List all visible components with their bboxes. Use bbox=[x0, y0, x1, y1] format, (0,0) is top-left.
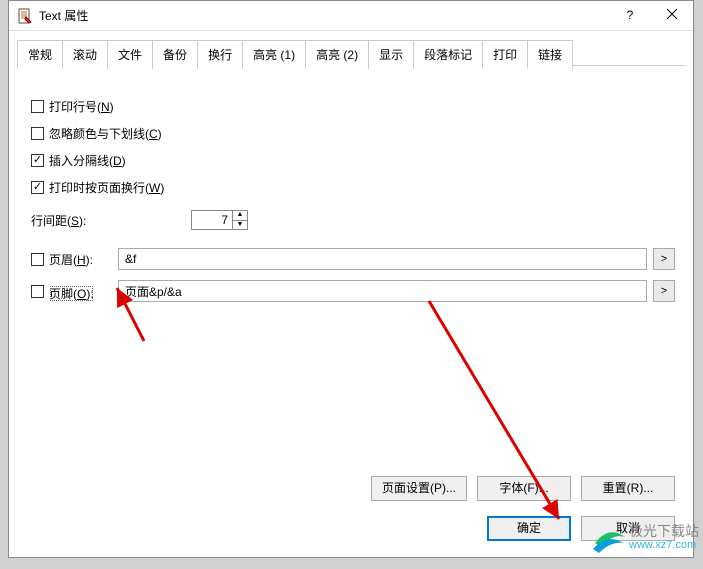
annotation-arrow-2 bbox=[409, 291, 609, 541]
cancel-button[interactable]: 取消 bbox=[581, 516, 675, 541]
aux-button-bar: 页面设置(P)... 字体(F)... 重置(R)... bbox=[371, 476, 675, 501]
label-header: 页眉(H): bbox=[49, 251, 93, 268]
label-insert-separator: 插入分隔线(D) bbox=[49, 152, 126, 169]
tab-highlight-2[interactable]: 高亮 (2) bbox=[305, 40, 369, 69]
tab-wrap[interactable]: 换行 bbox=[197, 40, 243, 69]
spin-up-icon[interactable]: ▲ bbox=[233, 211, 247, 221]
label-line-spacing: 行间距(S): bbox=[31, 212, 191, 229]
checkbox-header[interactable] bbox=[31, 253, 44, 266]
checkbox-ignore-colors[interactable] bbox=[31, 127, 44, 140]
help-button[interactable]: ? bbox=[609, 1, 651, 30]
tab-file[interactable]: 文件 bbox=[107, 40, 153, 69]
checkbox-line-numbers[interactable] bbox=[31, 100, 44, 113]
tab-backup[interactable]: 备份 bbox=[152, 40, 198, 69]
reset-button[interactable]: 重置(R)... bbox=[581, 476, 675, 501]
spin-down-icon[interactable]: ▼ bbox=[233, 221, 247, 230]
font-button[interactable]: 字体(F)... bbox=[477, 476, 571, 501]
tab-paragraph-marks[interactable]: 段落标记 bbox=[413, 40, 483, 69]
footer-more-button[interactable]: > bbox=[653, 280, 675, 302]
tab-strip: 常规 滚动 文件 备份 换行 高亮 (1) 高亮 (2) 显示 段落标记 打印 … bbox=[17, 39, 685, 68]
label-ignore-colors: 忽略颜色与下划线(C) bbox=[49, 125, 162, 142]
close-icon bbox=[667, 8, 677, 22]
checkbox-insert-separator[interactable] bbox=[31, 154, 44, 167]
close-button[interactable] bbox=[651, 1, 693, 30]
tab-print[interactable]: 打印 bbox=[482, 40, 528, 69]
footer-input[interactable] bbox=[118, 280, 647, 302]
label-line-numbers: 打印行号(N) bbox=[49, 98, 114, 115]
page-setup-button[interactable]: 页面设置(P)... bbox=[371, 476, 467, 501]
titlebar: Text 属性 ? bbox=[9, 1, 693, 31]
line-spacing-input[interactable] bbox=[192, 211, 232, 229]
dialog-button-bar: 确定 取消 bbox=[487, 516, 675, 541]
ok-button[interactable]: 确定 bbox=[487, 516, 571, 541]
checkbox-footer[interactable] bbox=[31, 285, 44, 298]
tab-general[interactable]: 常规 bbox=[17, 40, 63, 69]
checkbox-wrap-page[interactable] bbox=[31, 181, 44, 194]
window-title: Text 属性 bbox=[39, 7, 609, 24]
header-more-button[interactable]: > bbox=[653, 248, 675, 270]
tab-highlight-1[interactable]: 高亮 (1) bbox=[242, 40, 306, 69]
label-footer: 页脚(O): bbox=[49, 285, 94, 302]
tab-link[interactable]: 链接 bbox=[527, 40, 573, 69]
header-input[interactable] bbox=[118, 248, 647, 270]
tab-display[interactable]: 显示 bbox=[368, 40, 414, 69]
label-wrap-page: 打印时按页面换行(W) bbox=[49, 179, 164, 196]
line-spacing-stepper[interactable]: ▲ ▼ bbox=[191, 210, 248, 230]
print-tab-content: 打印行号(N) 忽略颜色与下划线(C) 插入分隔线(D) 打印时按页面换行(W) bbox=[9, 68, 693, 322]
tab-scroll[interactable]: 滚动 bbox=[62, 40, 108, 69]
app-icon bbox=[17, 8, 33, 24]
